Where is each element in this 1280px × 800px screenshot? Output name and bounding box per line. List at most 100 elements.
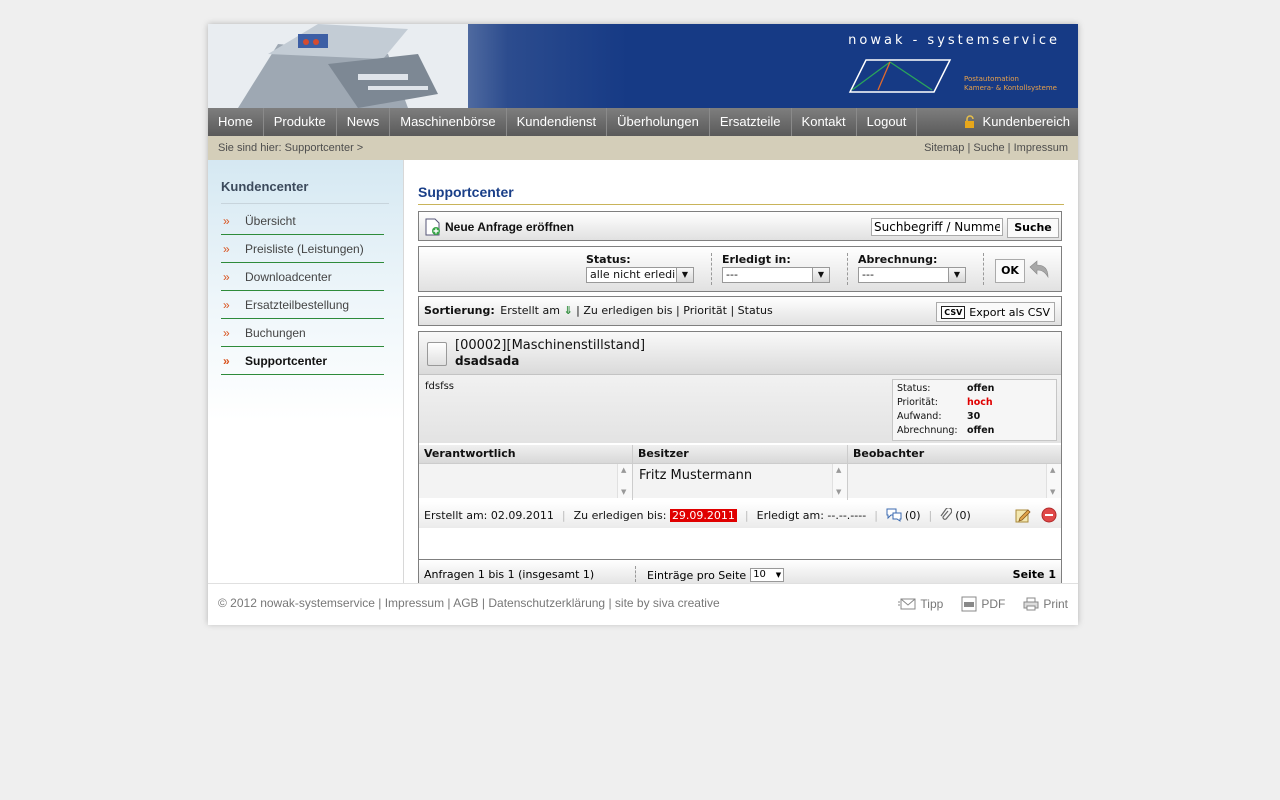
meta-sep: | (967, 142, 971, 154)
sidebar-menu: » Übersicht » Preisliste (Leistungen) » Dow… (221, 208, 384, 376)
export-csv-button[interactable]: CSV Export als CSV (936, 302, 1055, 322)
scrollbar[interactable]: ▲ ▼ (832, 464, 847, 498)
impressum-link[interactable]: Impressum (1014, 142, 1068, 154)
sort-status-link[interactable]: Status (738, 304, 773, 317)
effort-value: 30 (967, 411, 981, 422)
chevron-down-icon: ▼ (812, 268, 829, 282)
sidebar: Kundencenter » Übersicht » Preisliste (Lei… (208, 160, 404, 583)
sidebar-item-preisliste[interactable]: » Preisliste (Leistungen) (221, 236, 384, 263)
scrollbar[interactable]: ▲ ▼ (1046, 464, 1061, 498)
done-filter-label: Erledigt in: (722, 253, 791, 266)
filter-divider (847, 253, 848, 285)
priority-value: hoch (967, 397, 993, 408)
tipp-button[interactable]: Tipp (898, 596, 943, 612)
comments-link[interactable]: (0) (886, 508, 921, 522)
done-filter: Erledigt in: --- ▼ (722, 253, 830, 283)
footer-sep: | (928, 508, 933, 522)
sitemap-link[interactable]: Sitemap (924, 142, 964, 154)
done-date: Erledigt am: --.--.---- (756, 508, 867, 522)
page-title: Supportcenter (418, 184, 1064, 205)
nav-item-produkte[interactable]: Produkte (264, 108, 337, 136)
ok-button[interactable]: OK (995, 259, 1025, 283)
customer-area-link[interactable]: Kundenbereich (963, 108, 1070, 136)
envelope-icon (898, 598, 916, 610)
sidebar-item-supportcenter[interactable]: » Supportcenter (221, 348, 384, 375)
scroll-down-icon: ▼ (1050, 488, 1056, 496)
tagline-line2: Kamera- & Kontollsysteme (964, 84, 1057, 92)
pdf-button[interactable]: PDF (961, 596, 1005, 612)
attachments-link[interactable]: (0) (940, 508, 971, 522)
owner-list[interactable]: Fritz Mustermann ▲ ▼ (633, 464, 847, 498)
nav-item-news[interactable]: News (337, 108, 391, 136)
page-tools: Tipp PDF Print (898, 596, 1068, 612)
footer-links: © 2012 nowak-systemservice | Impressum |… (218, 596, 720, 610)
pdf-label: PDF (981, 597, 1006, 611)
chevron-right-icon: » (223, 354, 230, 368)
nav-item-kontakt[interactable]: Kontakt (792, 108, 857, 136)
footer-sep: | (744, 508, 749, 522)
billing-select[interactable]: --- ▼ (858, 267, 966, 283)
sort-sep: | (676, 304, 680, 317)
nav-item-ersatzteile[interactable]: Ersatzteile (710, 108, 792, 136)
sort-priority-link[interactable]: Priorität (683, 304, 727, 317)
sidebar-item-buchungen[interactable]: » Buchungen (221, 320, 384, 347)
sidebar-item-downloadcenter[interactable]: » Downloadcenter (221, 264, 384, 291)
company-logo (848, 59, 952, 93)
sidebar-item-uebersicht[interactable]: » Übersicht (221, 208, 384, 235)
meta-sep: | (1007, 142, 1011, 154)
reset-arrow-icon[interactable] (1027, 257, 1051, 281)
status-select-value: alle nicht erledi (590, 268, 676, 281)
comments-count: (0) (904, 508, 921, 522)
per-page-select[interactable]: 10 ▼ (750, 568, 785, 582)
ticket-select-checkbox[interactable] (427, 342, 447, 366)
print-button[interactable]: Print (1023, 596, 1068, 612)
footer-agb-link[interactable]: AGB (453, 596, 478, 610)
nav-item-ueberholungen[interactable]: Überholungen (607, 108, 710, 136)
nav-item-home[interactable]: Home (208, 108, 264, 136)
new-request-button[interactable]: Neue Anfrage eröffnen (425, 218, 574, 236)
main-content: Supportcenter Neue Anfrage eröffnen Such… (418, 184, 1064, 588)
search-input[interactable] (871, 218, 1003, 236)
ticket-subject[interactable]: dsadsada (455, 354, 519, 368)
done-select[interactable]: --- ▼ (722, 267, 830, 283)
due-date-badge: 29.09.2011 (669, 508, 737, 522)
footer-impressum-link[interactable]: Impressum (385, 596, 444, 610)
search-link[interactable]: Suche (973, 142, 1004, 154)
search-button[interactable]: Suche (1007, 218, 1059, 238)
nav-item-logout[interactable]: Logout (857, 108, 918, 136)
footer-link-sep: | (608, 596, 612, 610)
footer-sep: | (561, 508, 566, 522)
info-key: Priorität: (897, 397, 938, 408)
customer-area-label: Kundenbereich (982, 114, 1070, 129)
pagination-divider (635, 566, 636, 582)
ticket-id[interactable]: [00002][Maschinenstillstand] (455, 338, 645, 353)
sidebar-item-ersatzteilbestellung[interactable]: » Ersatzteilbestellung (221, 292, 384, 319)
scrollbar[interactable]: ▲ ▼ (617, 464, 632, 498)
status-select[interactable]: alle nicht erledi ▼ (586, 267, 694, 283)
delete-icon[interactable] (1041, 507, 1057, 523)
per-page-label: Einträge pro Seite (647, 568, 747, 582)
footer-credit-link[interactable]: site by siva creative (615, 596, 720, 610)
status-filter: Status: alle nicht erledi ▼ (586, 253, 694, 283)
footer-privacy-link[interactable]: Datenschutzerklärung (488, 596, 605, 610)
sort-due-link[interactable]: Zu erledigen bis (583, 304, 672, 317)
sort-created-link[interactable]: Erstellt am (500, 304, 560, 317)
new-document-icon (425, 218, 440, 236)
scroll-up-icon: ▲ (621, 466, 627, 474)
filter-divider (983, 253, 984, 285)
result-range: Anfragen 1 bis 1 (insgesamt 1) (424, 568, 595, 581)
nav-item-kundendienst[interactable]: Kundendienst (507, 108, 608, 136)
edit-icon[interactable] (1015, 507, 1031, 523)
sidebar-item-label: Ersatzteilbestellung (245, 298, 350, 312)
billing-value: offen (967, 425, 995, 436)
sidebar-title: Kundencenter (221, 179, 309, 194)
chevron-right-icon: » (223, 298, 230, 312)
nav-item-maschinenboerse[interactable]: Maschinenbörse (390, 108, 507, 136)
csv-icon: CSV (941, 305, 966, 319)
export-csv-label: Export als CSV (969, 305, 1050, 319)
observer-list[interactable]: ▲ ▼ (848, 464, 1061, 498)
pdf-icon (961, 596, 977, 612)
tagline-line1: Postautomation (964, 75, 1019, 83)
sort-options: Sortierung: Erstellt am ⇓ | Zu erledigen… (424, 304, 773, 317)
responsible-list[interactable]: ▲ ▼ (419, 464, 632, 498)
